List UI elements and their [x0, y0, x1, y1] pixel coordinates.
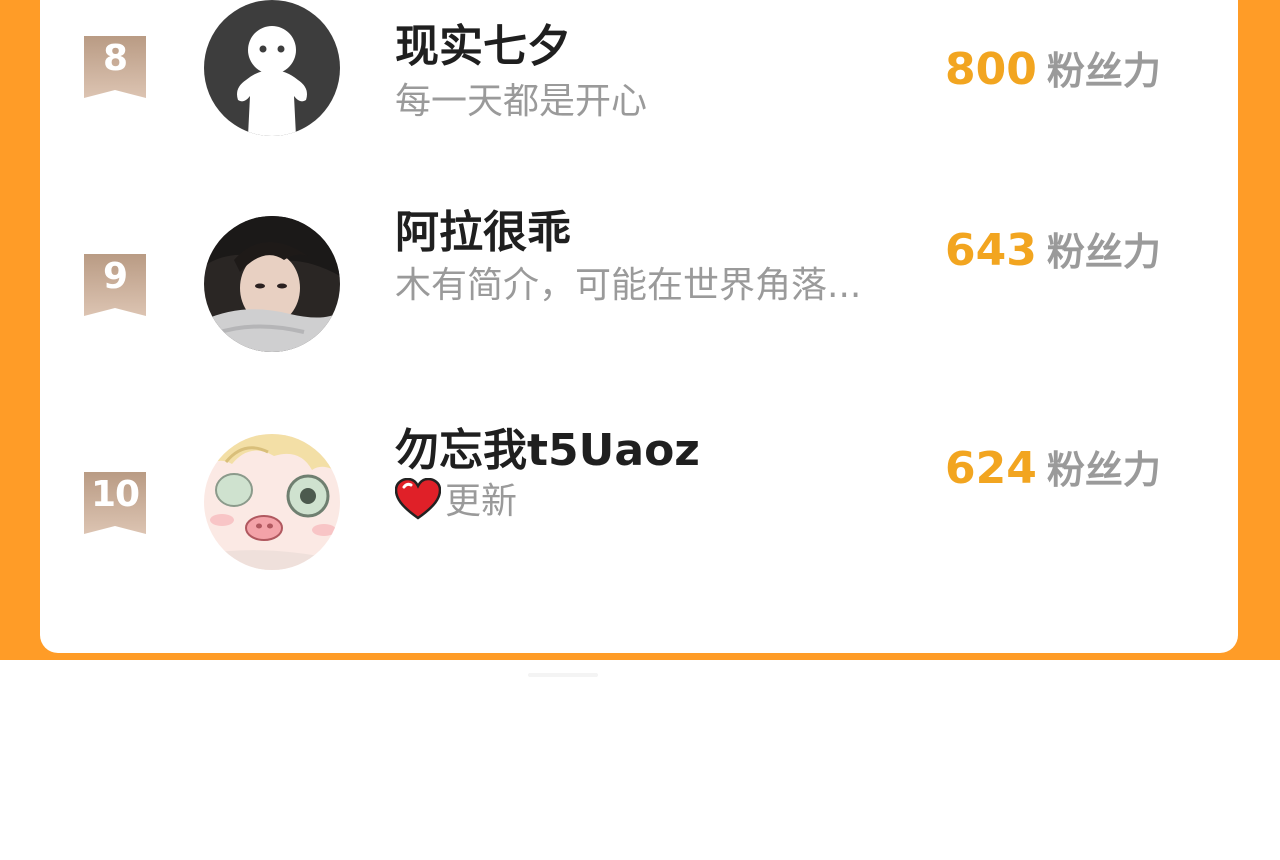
ranking-row[interactable]: 8 现实七夕 每一天都是开心 800 粉丝力 [40, 0, 1238, 140]
user-bio: 每一天都是开心 [395, 81, 648, 122]
rank-badge: 8 [84, 36, 146, 100]
user-name[interactable]: 现实七夕 [395, 10, 571, 74]
fan-score: 624 粉丝力 [945, 439, 1161, 494]
rank-badge: 10 [84, 472, 146, 536]
user-bio: 木有简介，可能在世界角落... [395, 265, 862, 306]
default-ghost-avatar[interactable] [204, 0, 340, 136]
fan-score-value: 800 [945, 44, 1037, 95]
fan-score-unit: 粉丝力 [1046, 49, 1161, 93]
fan-score-unit: 粉丝力 [1046, 448, 1161, 492]
user-bio-text: 更新 [445, 481, 518, 522]
rank-number: 9 [102, 256, 128, 297]
fan-score: 800 粉丝力 [945, 40, 1161, 95]
fan-score-value: 643 [945, 225, 1037, 276]
cartoon-avatar[interactable] [204, 434, 340, 570]
user-name[interactable]: 勿忘我t5Uaoz [395, 414, 700, 478]
ranking-card: 8 现实七夕 每一天都是开心 800 粉丝力 9 阿拉很乖 木有简介，可能在世界… [40, 0, 1238, 653]
user-name[interactable]: 阿拉很乖 [395, 196, 571, 260]
photo-avatar[interactable] [204, 216, 340, 352]
rank-number: 10 [90, 474, 140, 515]
user-bio: 更新 [395, 472, 517, 529]
ranking-row[interactable]: 10 勿忘我t5Uaoz 更新 624 粉丝力 [40, 425, 1238, 574]
rank-number: 8 [102, 38, 128, 79]
fan-score: 643 粉丝力 [945, 221, 1161, 276]
rank-badge: 9 [84, 254, 146, 318]
fan-score-unit: 粉丝力 [1046, 230, 1161, 274]
bottom-divider [528, 673, 598, 677]
fan-score-value: 624 [945, 443, 1037, 494]
heart-icon [395, 477, 442, 529]
ranking-row[interactable]: 9 阿拉很乖 木有简介，可能在世界角落... 643 粉丝力 [40, 207, 1238, 356]
